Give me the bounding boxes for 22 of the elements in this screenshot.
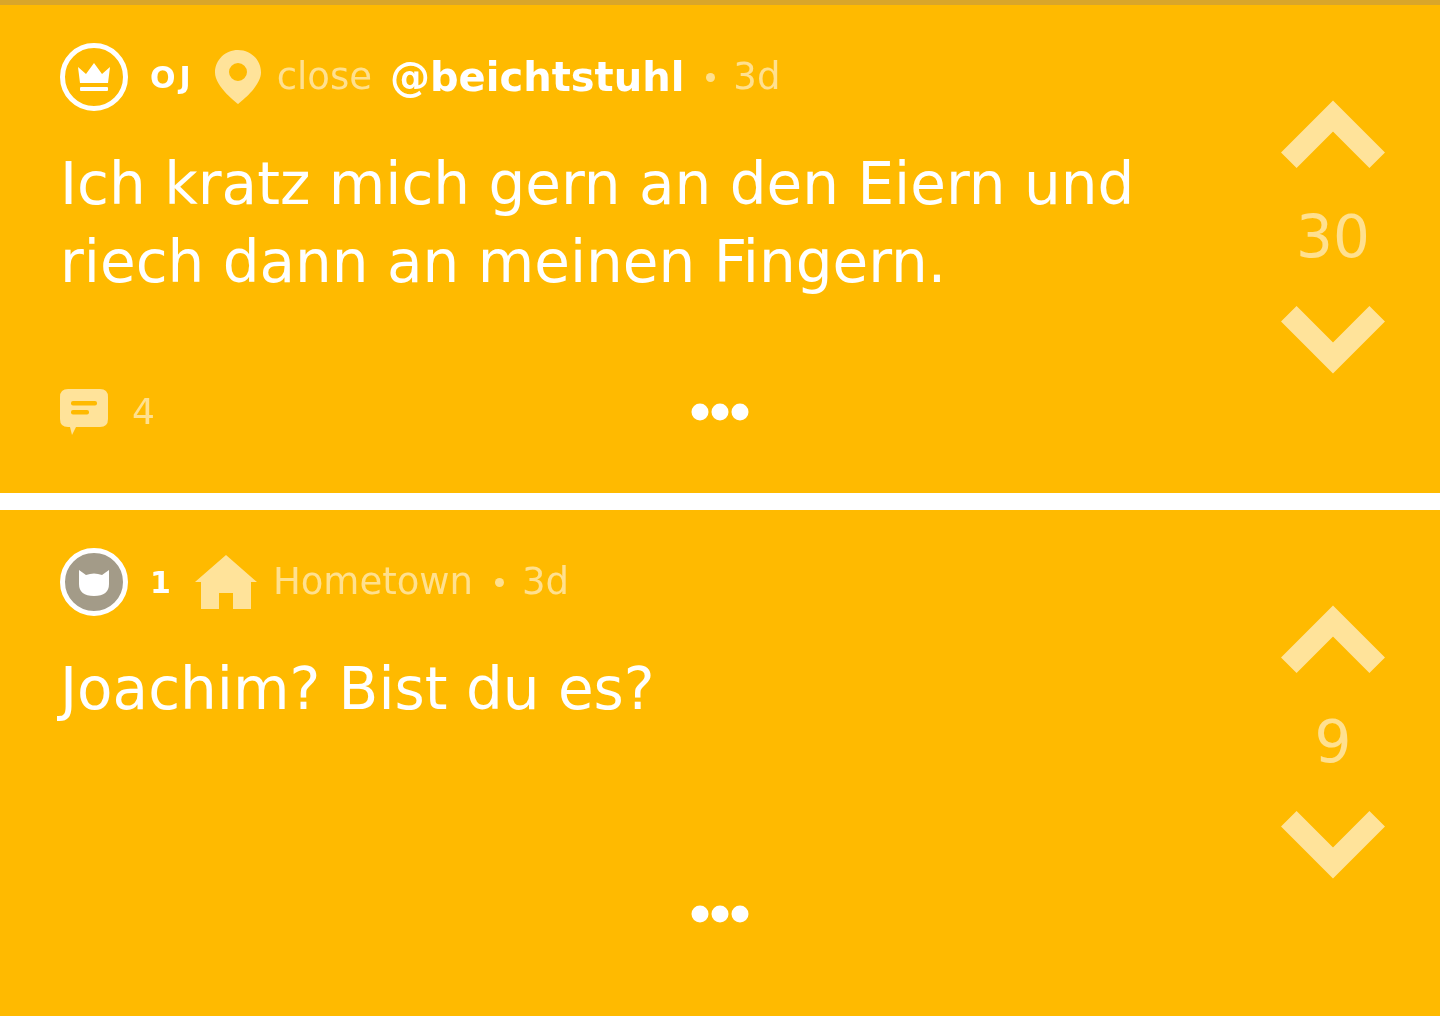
location-label: close: [276, 54, 372, 101]
time-label: 3d: [522, 559, 570, 606]
author-label: 1: [150, 563, 175, 602]
more-icon[interactable]: [691, 905, 749, 923]
author-label: OJ: [150, 58, 195, 97]
chevron-down-icon[interactable]: [1281, 306, 1385, 374]
comment-bubble-icon: [60, 389, 108, 435]
crown-avatar-icon: [60, 43, 128, 111]
vote-count: 9: [1314, 707, 1352, 777]
channel-link[interactable]: @beichtstuhl: [390, 47, 685, 107]
more-icon[interactable]: [691, 403, 749, 421]
post-text: Ich kratz mich gern an den Eiern und riech dann an meinen Fingern.: [60, 149, 1136, 298]
vote-count: 30: [1296, 202, 1370, 272]
house-icon: [194, 555, 257, 609]
location-label: Hometown: [272, 559, 473, 606]
time-label: 3d: [733, 54, 781, 101]
location-pin-icon: [214, 50, 261, 104]
chevron-up-icon[interactable]: [1281, 100, 1385, 168]
cat-avatar-icon: [60, 548, 128, 616]
chevron-down-icon[interactable]: [1281, 811, 1385, 879]
chevron-up-icon[interactable]: [1281, 605, 1385, 673]
comment-count: 4: [132, 390, 155, 434]
